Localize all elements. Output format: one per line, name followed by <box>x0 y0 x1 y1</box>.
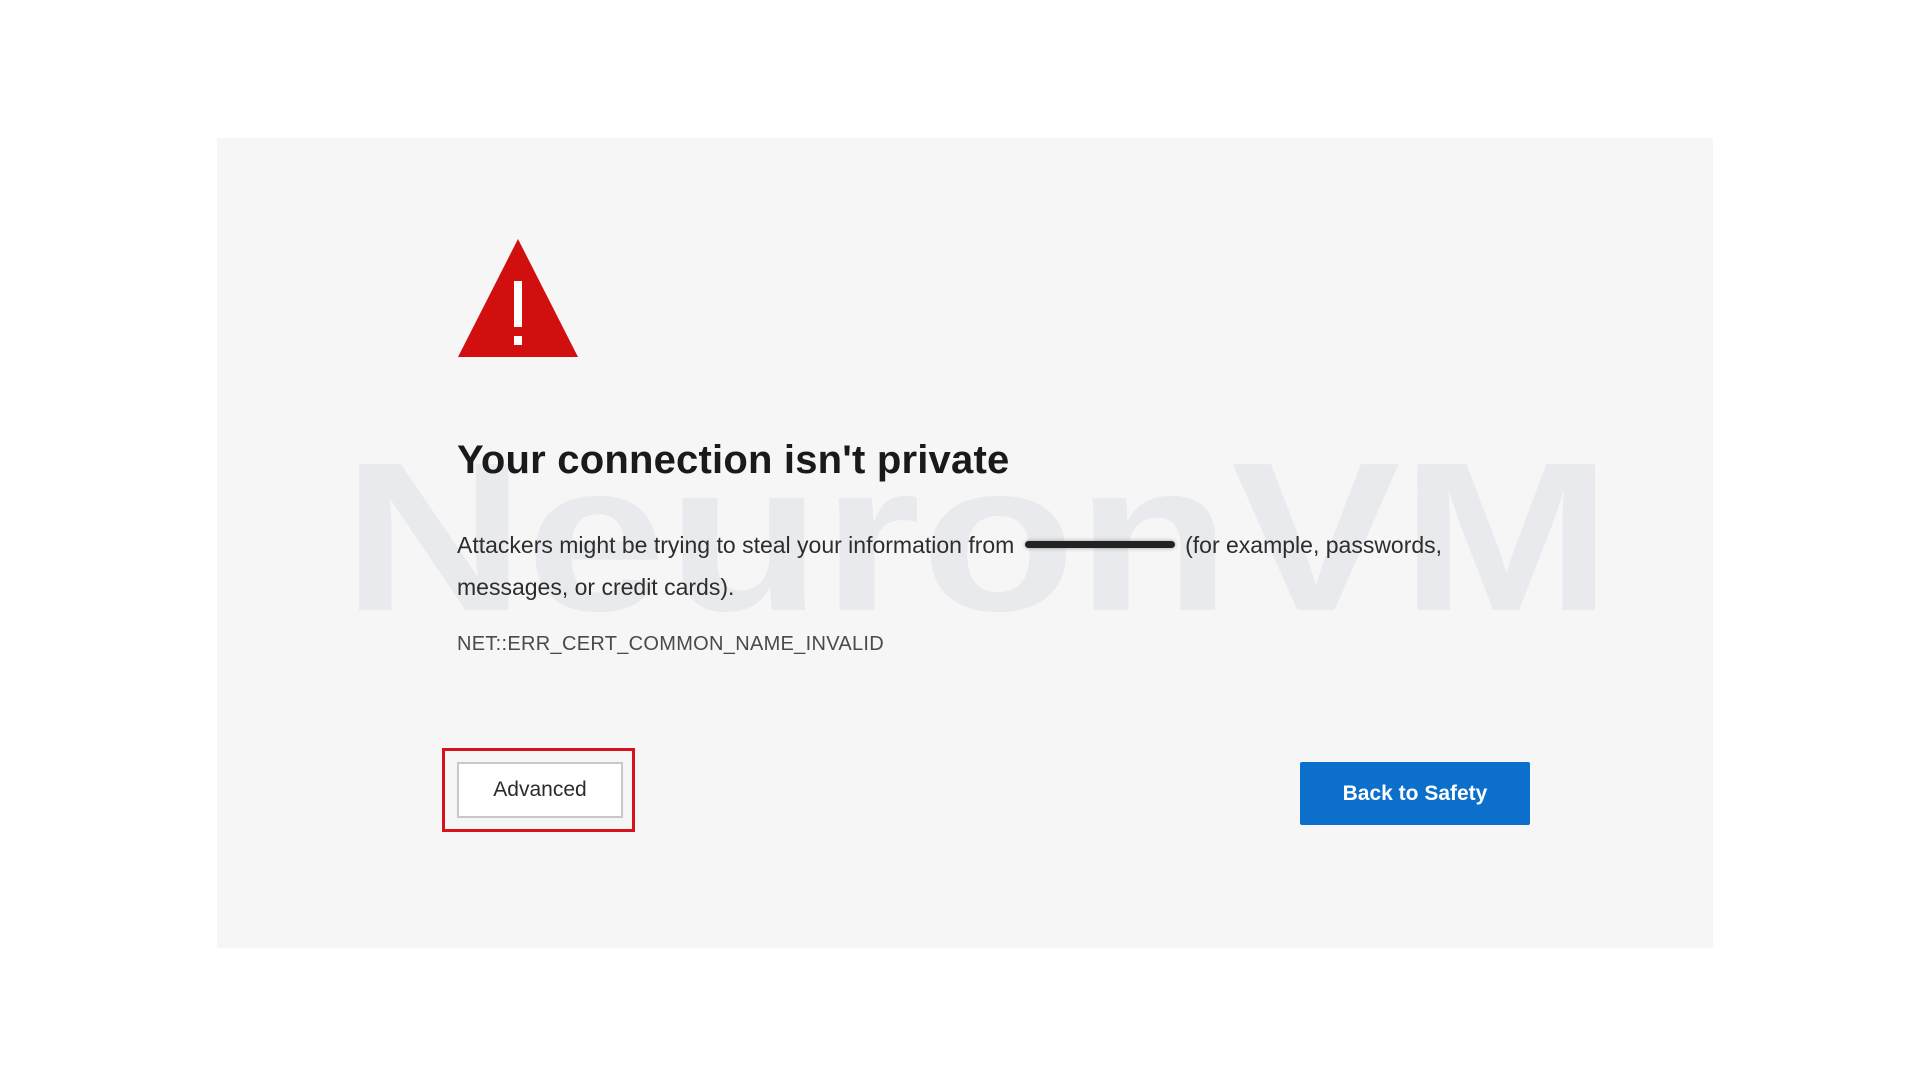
warning-message: Attackers might be trying to steal your … <box>457 524 1457 608</box>
back-to-safety-button[interactable]: Back to Safety <box>1300 762 1530 825</box>
message-text-before: Attackers might be trying to steal your … <box>457 532 1015 558</box>
error-code: NET::ERR_CERT_COMMON_NAME_INVALID <box>457 633 885 655</box>
warning-triangle-icon <box>457 237 579 359</box>
advanced-button[interactable]: Advanced <box>457 762 623 818</box>
page-title: Your connection isn't private <box>457 438 1010 482</box>
redacted-domain <box>1024 541 1175 549</box>
error-page-panel: NeuronVM Your connection isn't private A… <box>217 138 1713 948</box>
